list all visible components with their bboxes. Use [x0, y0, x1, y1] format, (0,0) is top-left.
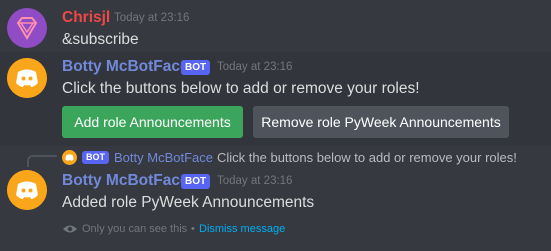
author-name[interactable]: Botty McBotFace — [62, 172, 189, 190]
dismiss-message-link[interactable]: Dismiss message — [199, 223, 285, 235]
reply-text[interactable]: Click the buttons below to add or remove… — [217, 150, 517, 165]
reply-avatar[interactable] — [62, 150, 77, 165]
message-text: Added role PyWeek Announcements — [62, 194, 315, 211]
message-text: Click the buttons below to add or remove… — [62, 80, 420, 97]
reply-author[interactable]: Botty McBotFace — [114, 150, 213, 165]
bot-tag: BOT — [181, 60, 211, 75]
author-name[interactable]: Botty McBotFace — [62, 58, 189, 76]
message-bot-buttons: Botty McBotFace BOT Today at 23:16 Click… — [0, 52, 551, 146]
bot-tag: BOT — [181, 174, 211, 189]
add-role-announcements-button[interactable]: Add role Announcements — [62, 106, 243, 138]
diamond-logo-avatar-icon — [7, 8, 47, 48]
user-avatar[interactable] — [7, 8, 47, 48]
eye-icon — [63, 225, 77, 233]
bot-avatar[interactable] — [7, 58, 47, 98]
timestamp: Today at 23:16 — [217, 61, 293, 73]
discord-logo-icon — [7, 58, 47, 98]
discord-logo-small-icon — [65, 154, 74, 161]
timestamp: Today at 23:16 — [217, 175, 293, 187]
ephemeral-note: Only you can see this — [82, 223, 188, 235]
message-text: &subscribe — [62, 31, 139, 48]
remove-role-pyweek-button[interactable]: Remove role PyWeek Announcements — [253, 106, 509, 138]
message-chrisjl: Chrisjl Today at 23:16 &subscribe — [0, 0, 551, 52]
reply-spine — [27, 155, 57, 167]
reply-bot-tag: BOT — [82, 151, 109, 164]
separator: • — [191, 223, 195, 235]
author-name[interactable]: Chrisjl — [62, 9, 110, 27]
discord-logo-icon — [7, 170, 47, 210]
timestamp: Today at 23:16 — [114, 12, 190, 24]
message-bot-reply: BOT Botty McBotFace Click the buttons be… — [0, 146, 551, 251]
bot-avatar[interactable] — [7, 170, 47, 210]
